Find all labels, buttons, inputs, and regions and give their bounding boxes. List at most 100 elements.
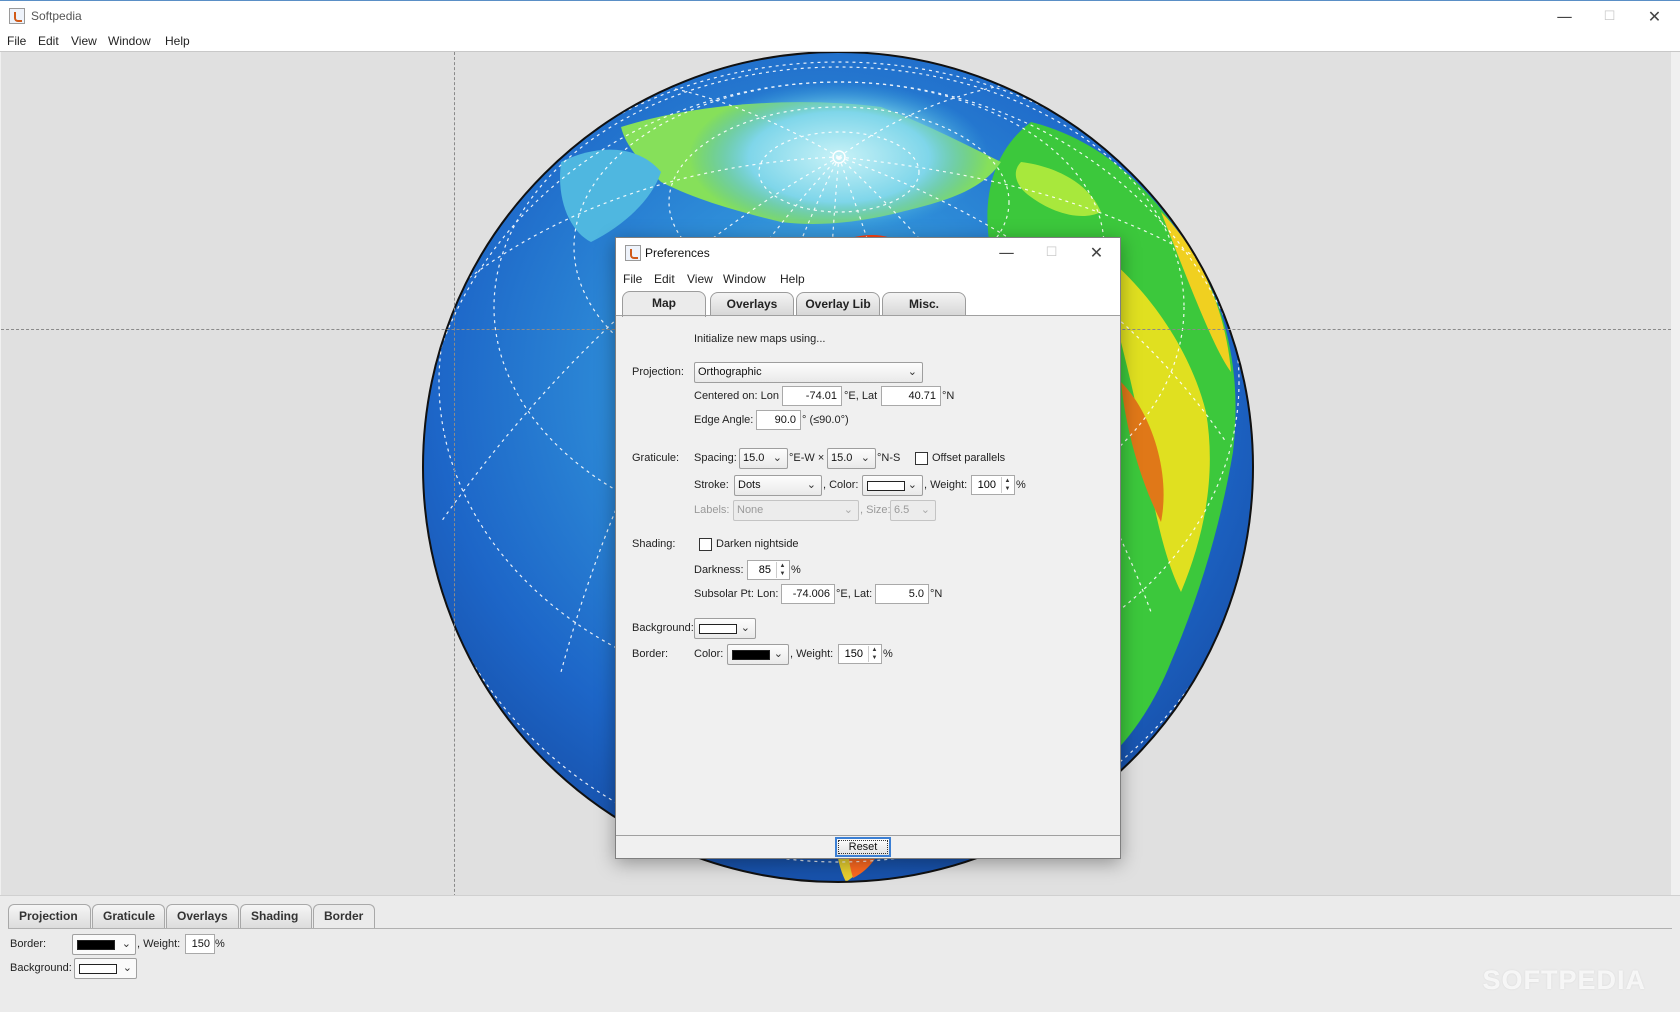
java-app-icon (9, 8, 25, 24)
darkness-value: 85 (758, 564, 771, 576)
java-app-icon (625, 245, 641, 261)
menu-help[interactable]: Help (165, 34, 190, 48)
menu-help[interactable]: Help (780, 272, 805, 286)
ns-unit-label: °N-S (877, 452, 901, 464)
labels-value: None (737, 504, 764, 516)
tab-misc[interactable]: Misc. (882, 292, 966, 316)
center-lat-field[interactable]: 40.71 (881, 386, 941, 406)
tab-border[interactable]: Border (313, 904, 375, 929)
border-weight-spinner[interactable]: 150 ▲ ▼ (838, 644, 882, 664)
preferences-tab-bar: Map Overlays Overlay Lib Misc. (616, 290, 1120, 317)
label-size-value: 6.5 (894, 504, 910, 516)
edge-angle-field[interactable]: 90.0 (756, 410, 801, 430)
stroke-label: Stroke: (694, 479, 729, 491)
maximize-icon[interactable]: ☐ (1587, 1, 1632, 32)
border-weight-field[interactable]: 150 (185, 934, 215, 954)
ew-unit-label: °E-W × (789, 452, 825, 464)
subsolar-label: Subsolar Pt: Lon: (694, 588, 779, 600)
tab-projection[interactable]: Projection (8, 904, 91, 928)
border-color-label: Color: (694, 648, 724, 660)
tab-map[interactable]: Map (622, 291, 706, 317)
spacing-ns-select[interactable]: 15.0 ⌄ (827, 448, 876, 469)
main-menubar: File Edit View Window Help (0, 31, 1680, 52)
stroke-select[interactable]: Dots ⌄ (734, 475, 822, 496)
menu-edit[interactable]: Edit (38, 34, 59, 48)
background-label: Background: (10, 962, 72, 974)
chevron-down-icon: ⌄ (773, 648, 783, 660)
chevron-down-icon: ⌄ (122, 962, 132, 974)
size-label: , Size: (860, 504, 891, 516)
edge-angle-label: Edge Angle: (694, 414, 754, 426)
border-color-swatch (732, 650, 770, 660)
maximize-icon[interactable]: ☐ (1029, 237, 1074, 268)
subsolar-lat-field[interactable]: 5.0 (875, 584, 929, 604)
spacing-ew-value: 15.0 (743, 452, 765, 464)
spinner-arrows-icon[interactable]: ▲ ▼ (776, 562, 788, 578)
spinner-arrows-icon[interactable]: ▲ ▼ (1001, 477, 1013, 493)
preferences-titlebar: Preferences — ☐ ✕ (616, 238, 1120, 268)
percent-label: % (1016, 479, 1026, 491)
border-color-swatch (77, 940, 115, 950)
tab-shading[interactable]: Shading (240, 904, 312, 928)
weight-label: , Weight: (137, 938, 181, 950)
projection-select[interactable]: Orthographic ⌄ (694, 362, 923, 383)
tab-overlays[interactable]: Overlays (166, 904, 239, 928)
subsolar-lon-field[interactable]: -74.006 (781, 584, 835, 604)
intro-text: Initialize new maps using... (694, 333, 826, 345)
background-color-select[interactable]: ⌄ (694, 618, 756, 639)
background-color-swatch (699, 624, 737, 634)
center-lon-field[interactable]: -74.01 (782, 386, 842, 406)
darkness-label: Darkness: (694, 564, 744, 576)
menu-file[interactable]: File (623, 272, 642, 286)
percent-label: % (215, 938, 225, 950)
menu-edit[interactable]: Edit (654, 272, 675, 286)
softpedia-watermark: SOFTPEDIA (1482, 965, 1646, 995)
border-color-select[interactable]: ⌄ (727, 644, 789, 665)
projection-label: Projection: (632, 366, 684, 378)
background-color-select[interactable]: ⌄ (74, 958, 137, 979)
close-icon[interactable]: ✕ (1632, 1, 1677, 32)
border-color-select[interactable]: ⌄ (72, 934, 136, 955)
shading-label: Shading: (632, 538, 676, 550)
menu-view[interactable]: View (687, 272, 713, 286)
reset-button[interactable]: Reset (835, 837, 891, 857)
chevron-down-icon: ⌄ (920, 504, 930, 516)
spacing-ew-select[interactable]: 15.0 ⌄ (739, 448, 788, 469)
graticule-weight-value: 100 (977, 479, 996, 491)
chevron-down-icon: ⌄ (121, 938, 131, 950)
border-weight-value: 150 (844, 648, 863, 660)
tab-overlays[interactable]: Overlays (710, 292, 794, 316)
darken-nightside-checkbox[interactable] (699, 538, 712, 551)
background-label: Background: (632, 622, 694, 634)
label-size-select[interactable]: 6.5 ⌄ (890, 500, 936, 521)
graticule-label: Graticule: (632, 452, 680, 464)
graticule-weight-spinner[interactable]: 100 ▲ ▼ (971, 475, 1015, 495)
labels-select[interactable]: None ⌄ (733, 500, 859, 521)
chevron-down-icon: ⌄ (907, 479, 917, 491)
menu-window[interactable]: Window (108, 34, 151, 48)
menu-view[interactable]: View (71, 34, 97, 48)
minimize-icon[interactable]: — (1542, 1, 1587, 32)
border-weight-label: , Weight: (790, 648, 834, 660)
menu-window[interactable]: Window (723, 272, 766, 286)
offset-parallels-label: Offset parallels (932, 452, 1006, 464)
lat-unit-label: °N (942, 390, 955, 402)
tab-divider (616, 315, 1120, 316)
subsolar-lon-unit: °E, Lat: (836, 588, 873, 600)
tab-overlay-lib[interactable]: Overlay Lib (796, 292, 880, 316)
tab-graticule[interactable]: Graticule (92, 904, 165, 928)
spinner-arrows-icon[interactable]: ▲ ▼ (868, 646, 880, 662)
offset-parallels-checkbox[interactable] (915, 452, 928, 465)
close-icon[interactable]: ✕ (1074, 237, 1119, 268)
color-label: , Color: (823, 479, 859, 491)
menu-file[interactable]: File (7, 34, 26, 48)
chevron-down-icon: ⌄ (907, 366, 917, 378)
graticule-color-select[interactable]: ⌄ (862, 475, 923, 496)
darkness-spinner[interactable]: 85 ▲ ▼ (747, 560, 790, 580)
chevron-down-icon: ⌄ (806, 479, 816, 491)
dialog-footer: Reset (616, 835, 1120, 858)
weight-label: , Weight: (924, 479, 968, 491)
minimize-icon[interactable]: — (984, 237, 1029, 268)
window-title: Softpedia (31, 9, 82, 23)
centered-on-label: Centered on: Lon (694, 390, 780, 402)
